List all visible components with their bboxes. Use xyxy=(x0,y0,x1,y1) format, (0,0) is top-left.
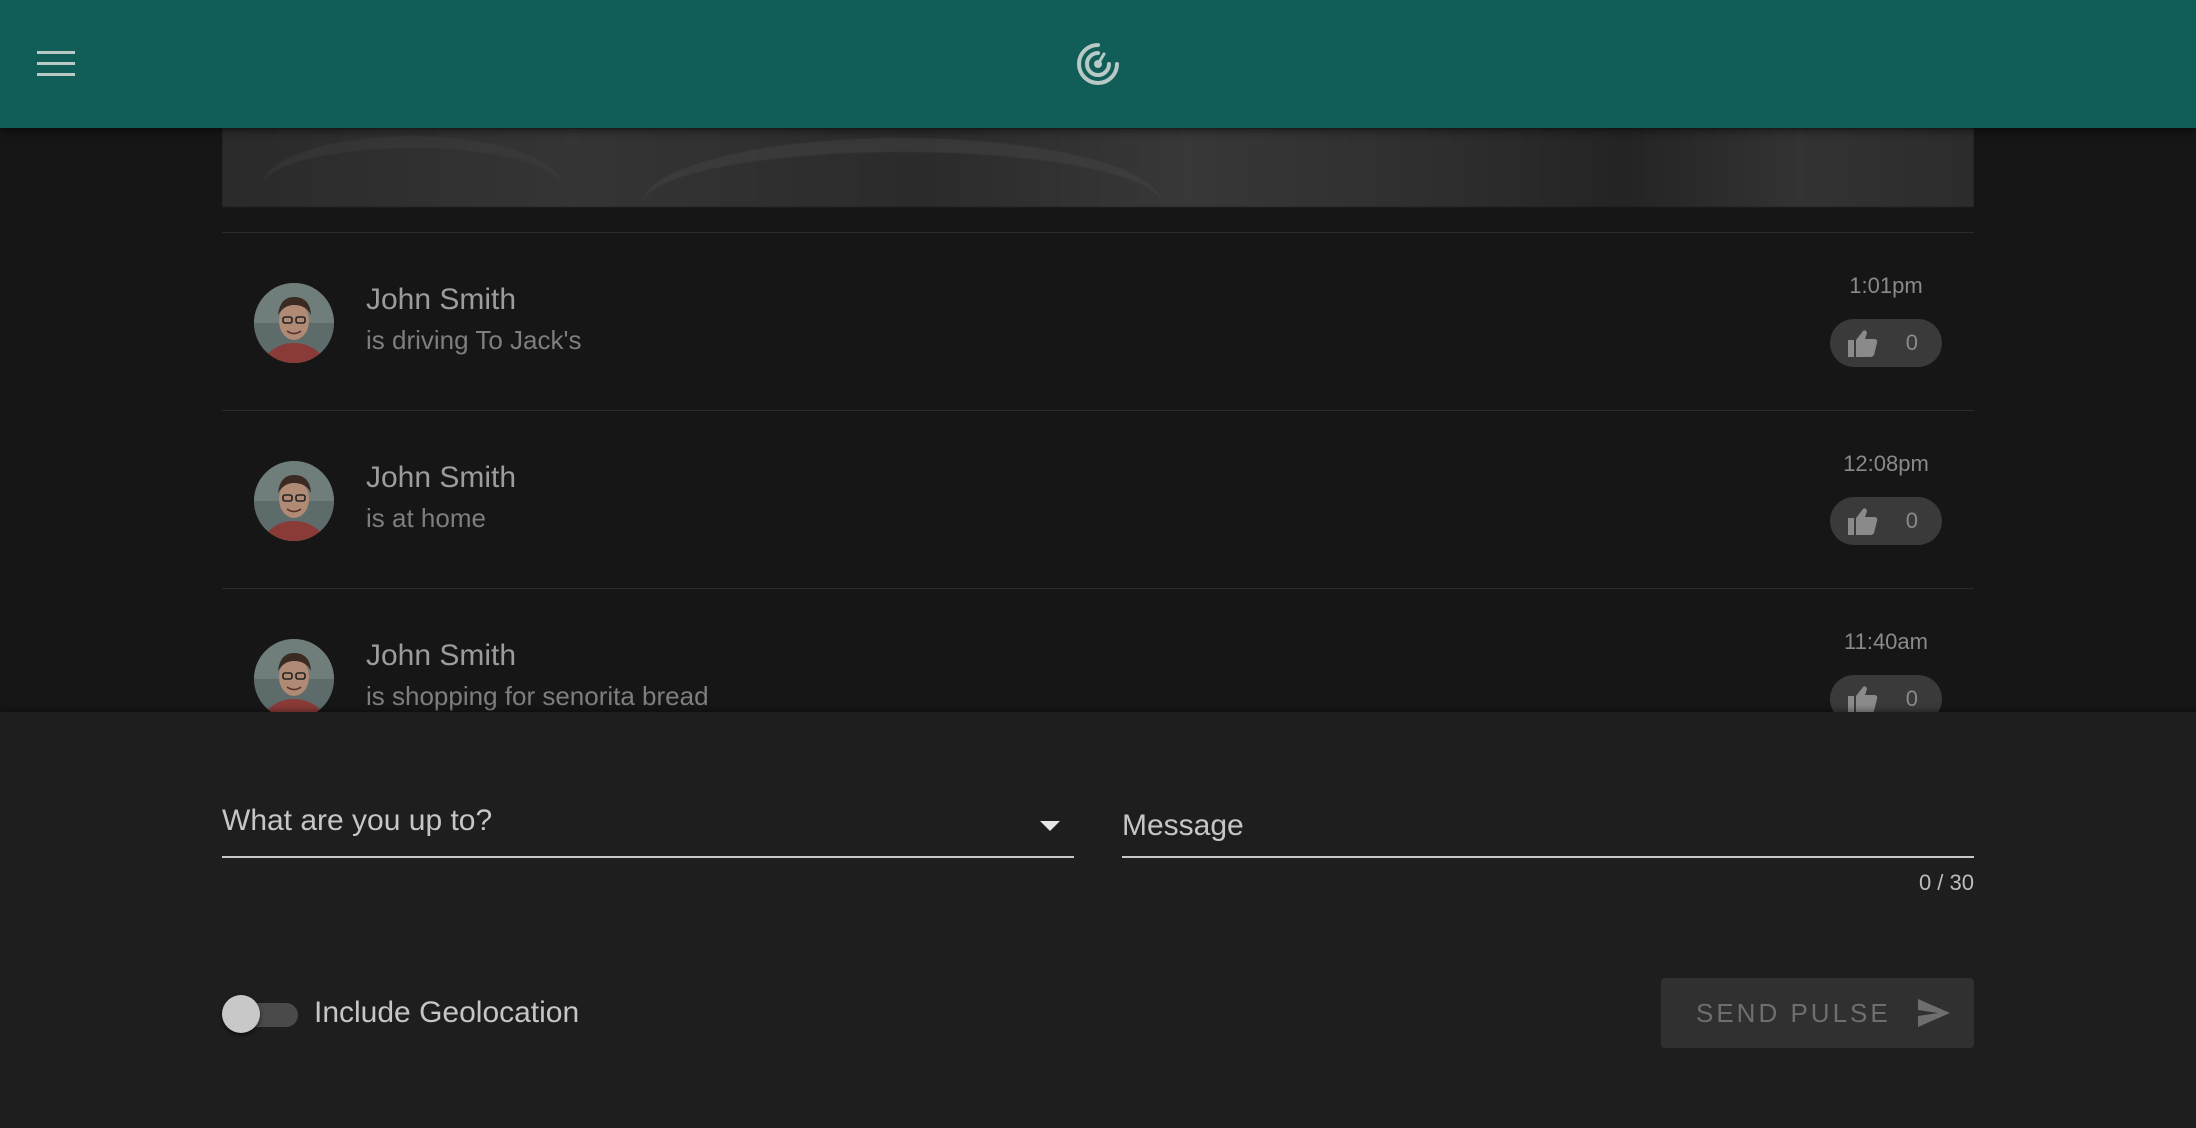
activity-select-label: What are you up to? xyxy=(222,804,493,837)
toggle-thumb xyxy=(222,995,260,1033)
like-count: 0 xyxy=(1905,330,1918,355)
message-field xyxy=(1122,798,1974,858)
pulse-item: John Smith is at home 12:08pm 0 xyxy=(222,410,1974,588)
like-button[interactable]: 0 xyxy=(1830,675,1942,712)
radar-pulse-logo-icon xyxy=(1077,43,1119,85)
message-input[interactable] xyxy=(1122,798,1974,854)
like-count: 0 xyxy=(1905,508,1918,533)
pulse-time: 12:08pm xyxy=(1843,451,1929,476)
geolocation-toggle[interactable] xyxy=(222,994,298,1034)
thumbs-up-icon xyxy=(1848,508,1878,535)
hamburger-menu-icon xyxy=(37,51,75,76)
like-count: 0 xyxy=(1905,686,1918,711)
pulse-composer: What are you up to? 0 / 30 Include Geolo… xyxy=(0,712,2196,1128)
pulse-user-name: John Smith xyxy=(366,639,517,672)
like-button[interactable]: 0 xyxy=(1830,497,1942,545)
chevron-down-icon xyxy=(1040,821,1060,831)
activity-select[interactable]: What are you up to? xyxy=(222,798,1074,858)
send-icon xyxy=(1918,999,1950,1027)
thumbs-up-icon xyxy=(1848,330,1878,357)
avatar xyxy=(254,461,334,541)
geolocation-label: Include Geolocation xyxy=(314,996,580,1029)
pulse-status: is at home xyxy=(366,503,486,533)
feed-banner-image xyxy=(222,128,1974,207)
message-char-counter: 0 / 30 xyxy=(1918,870,1974,895)
pulse-user-name: John Smith xyxy=(366,461,517,494)
avatar xyxy=(254,283,334,363)
pulse-user-name: John Smith xyxy=(366,283,517,316)
pulse-time: 11:40am xyxy=(1844,629,1928,654)
pulse-status: is driving To Jack's xyxy=(366,325,582,355)
pulse-feed: John Smith is driving To Jack's 1:01pm 0 xyxy=(222,128,1974,712)
pulse-item: John Smith is shopping for senorita brea… xyxy=(222,588,1974,712)
menu-button[interactable] xyxy=(28,40,84,88)
send-pulse-button[interactable]: SEND PULSE xyxy=(1661,978,1974,1048)
app-bar xyxy=(0,0,2196,128)
avatar xyxy=(254,639,334,712)
pulse-time: 1:01pm xyxy=(1849,273,1923,298)
pulse-status: is shopping for senorita bread xyxy=(366,681,709,711)
like-button[interactable]: 0 xyxy=(1830,319,1942,367)
pulse-item: John Smith is driving To Jack's 1:01pm 0 xyxy=(222,232,1974,410)
send-pulse-label: SEND PULSE xyxy=(1696,998,1891,1028)
thumbs-up-icon xyxy=(1848,686,1878,712)
